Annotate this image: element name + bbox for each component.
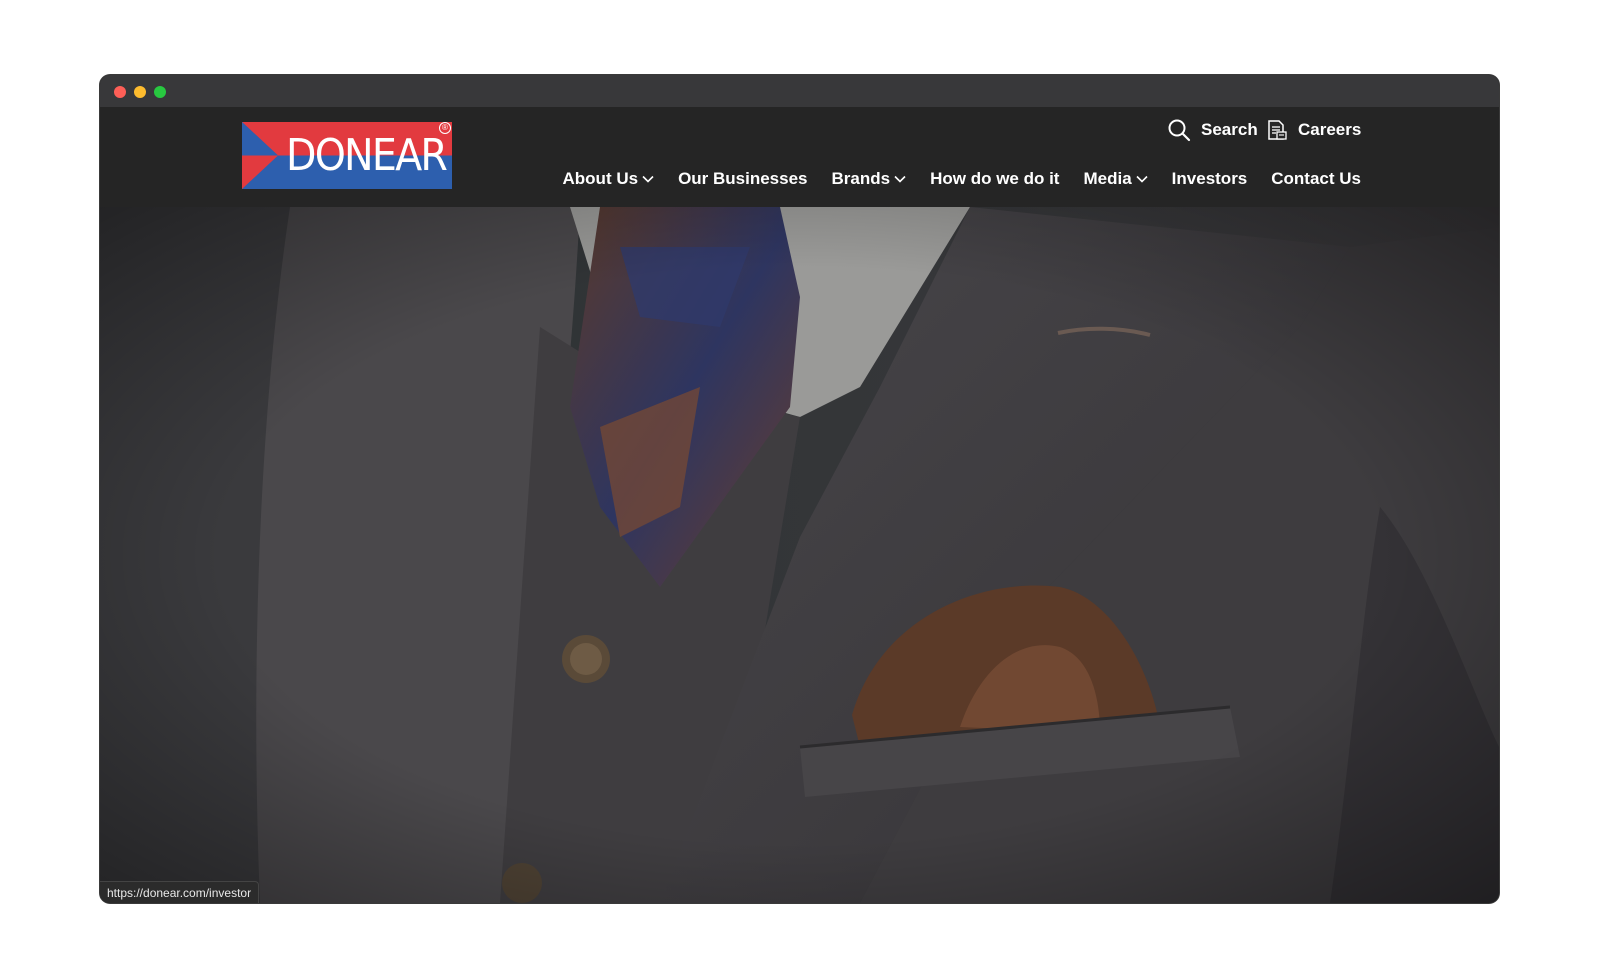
- search-icon: [1168, 119, 1191, 142]
- nav-item-about-us[interactable]: About Us: [563, 169, 655, 189]
- nav-item-label: About Us: [562, 169, 639, 188]
- chevron-down-icon: [642, 175, 654, 183]
- nav-item-media[interactable]: Media: [1083, 169, 1148, 189]
- document-icon: [1268, 120, 1287, 140]
- nav-item-label: Media: [1083, 169, 1132, 188]
- nav-item-brands[interactable]: Brands: [832, 169, 907, 189]
- nav-item-investors[interactable]: Investors: [1172, 169, 1248, 189]
- nav-item-our-businesses[interactable]: Our Businesses: [678, 169, 807, 189]
- nav-item-label: Brands: [831, 169, 891, 188]
- registered-mark: ®: [439, 122, 451, 134]
- title-bar: [100, 75, 1499, 107]
- nav-item-contact-us[interactable]: Contact Us: [1271, 169, 1361, 189]
- chevron-down-icon: [894, 175, 906, 183]
- status-bar-url: https://donear.com/investor: [100, 881, 260, 903]
- nav-item-label: How do we do it: [930, 169, 1060, 188]
- careers-link[interactable]: Careers: [1266, 115, 1361, 145]
- search-button[interactable]: Search: [1167, 115, 1258, 145]
- logo-text: DONEAR: [286, 130, 448, 181]
- nav-item-how-do-we-do-it[interactable]: How do we do it: [930, 169, 1059, 189]
- zoom-window-button[interactable]: [154, 86, 166, 98]
- browser-window: DONEAR ® Search Careers About Us Our Bus…: [100, 75, 1499, 903]
- site-header: DONEAR ® Search Careers About Us Our Bus…: [100, 107, 1499, 207]
- careers-label: Careers: [1298, 120, 1362, 139]
- chevron-down-icon: [1136, 175, 1148, 183]
- search-label: Search: [1201, 120, 1258, 139]
- close-window-button[interactable]: [114, 86, 126, 98]
- hero-image: [100, 207, 1499, 903]
- nav-item-label: Investors: [1171, 169, 1248, 188]
- main-nav: About Us Our Businesses Brands How do we…: [563, 167, 1361, 191]
- donear-logo[interactable]: DONEAR ®: [242, 122, 452, 189]
- nav-item-label: Our Businesses: [678, 169, 808, 188]
- suit-and-tie-photo: [100, 207, 1499, 903]
- minimize-window-button[interactable]: [134, 86, 146, 98]
- nav-item-label: Contact Us: [1271, 169, 1361, 188]
